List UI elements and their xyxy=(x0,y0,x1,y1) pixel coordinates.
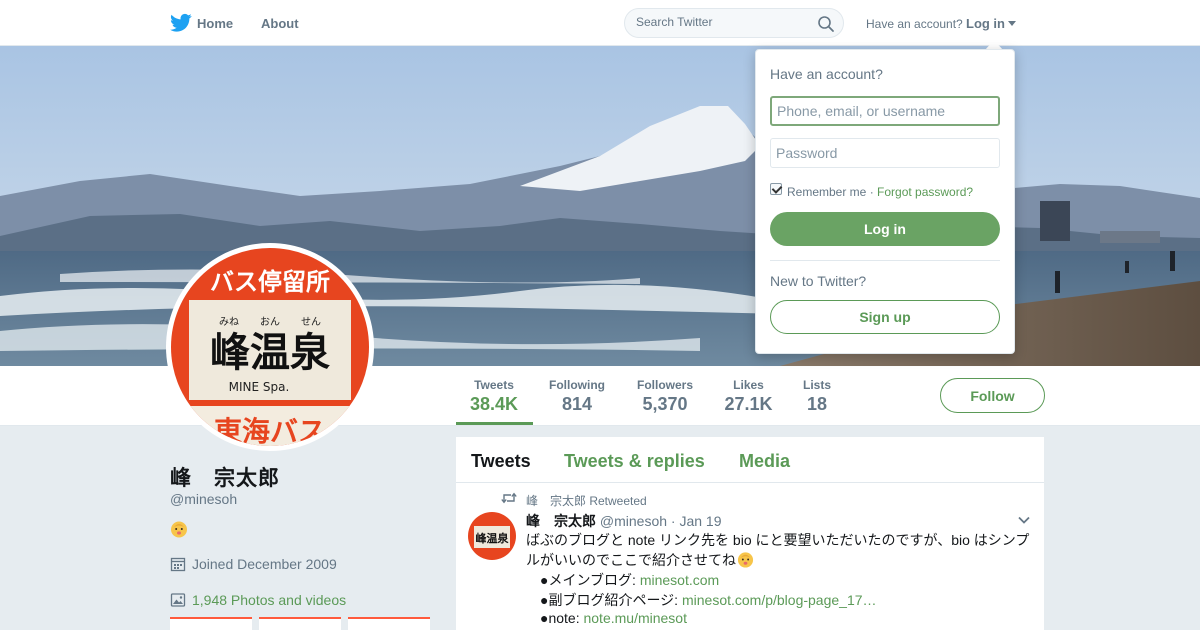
photo-thumbnail[interactable] xyxy=(259,617,341,630)
top-navigation-bar: Home About Have an account? Log in xyxy=(0,0,1200,46)
divider xyxy=(770,260,1000,261)
new-to-twitter-text: New to Twitter? xyxy=(770,273,867,289)
login-button[interactable]: Log in xyxy=(770,212,1000,246)
baby-emoji-icon xyxy=(737,552,754,568)
stat-value: 814 xyxy=(561,394,593,414)
tweet-link-prefix: ●メインブログ: xyxy=(540,572,640,588)
photo-thumbnail[interactable] xyxy=(170,617,252,630)
remember-me-row: Remember me · Forgot password? xyxy=(787,185,973,199)
tweet-link-prefix: ●副ブログ紹介ページ: xyxy=(540,592,682,608)
retweet-context[interactable]: 峰 宗太郎 Retweeted xyxy=(526,492,647,509)
profile-handle[interactable]: @minesoh xyxy=(170,491,237,507)
avatar-furigana: おん xyxy=(260,316,280,328)
nav-home-link[interactable]: Home xyxy=(197,16,233,31)
tweet-link-prefix: ●note: xyxy=(540,610,584,626)
separator-text: · xyxy=(866,185,878,199)
search-input[interactable] xyxy=(636,15,806,29)
avatar-sign-name: 峰温泉 xyxy=(210,330,330,376)
avatar-sign-romaji: MINE Spa. xyxy=(229,380,290,394)
tweet-avatar-sign-name: 峰温泉 xyxy=(476,531,510,545)
avatar-furigana: みね xyxy=(219,316,239,328)
stat-tweets[interactable]: Tweets 38.4K xyxy=(470,378,518,415)
stat-label: Tweets xyxy=(474,378,514,392)
avatar-bus-stop-sign-image: バス停留所 みね おん せん 峰温泉 MINE Spa. 東海バス xyxy=(171,248,369,446)
tweet-link[interactable]: minesot.com/p/blog-page_17… xyxy=(682,592,877,608)
forgot-password-link[interactable]: Forgot password? xyxy=(877,185,973,199)
tweet-author-avatar[interactable]: 峰温泉 xyxy=(468,512,516,560)
chevron-down-icon[interactable] xyxy=(1017,515,1031,525)
stat-value: 18 xyxy=(806,394,828,414)
avatar-sign-top: バス停留所 xyxy=(210,268,330,296)
photos-and-videos-link[interactable]: 1,948 Photos and videos xyxy=(192,592,346,608)
retweet-icon xyxy=(501,492,517,504)
login-dropdown: Have an account? Remember me · Forgot pa… xyxy=(755,49,1015,354)
tweet-avatar-image: 峰温泉 xyxy=(468,512,516,560)
timeline-tabs: Tweets Tweets & replies Media xyxy=(456,437,1044,483)
tab-tweets-and-replies[interactable]: Tweets & replies xyxy=(564,451,705,472)
stat-label: Lists xyxy=(802,378,831,392)
profile-display-name: 峰 宗太郎 xyxy=(170,467,280,490)
remember-me-checkbox[interactable] xyxy=(770,183,782,195)
calendar-icon xyxy=(170,557,186,572)
stat-value: 38.4K xyxy=(470,394,519,414)
tweet-header: 峰 宗太郎 @minesoh · Jan 19 xyxy=(526,511,722,531)
photo-thumbnail[interactable] xyxy=(348,617,430,630)
have-account-text: Have an account? xyxy=(866,17,963,31)
nav-about-link[interactable]: About xyxy=(261,16,299,31)
active-stat-underline xyxy=(456,422,533,425)
avatar-sign-bottom: 東海バス xyxy=(214,415,326,446)
tweet-text: ばぶのブログと note リンク先を bio にと要望いただいたのですが、bio… xyxy=(526,530,1036,570)
tweet-link-line: ●メインブログ: minesot.com xyxy=(540,570,719,590)
stat-likes[interactable]: Likes 27.1K xyxy=(724,378,773,415)
search-box xyxy=(624,8,844,38)
photo-icon xyxy=(170,593,186,607)
stat-label: Likes xyxy=(733,378,764,392)
stat-value: 27.1K xyxy=(724,394,773,414)
login-dropdown-toggle[interactable]: Log in xyxy=(966,16,1005,31)
tweet-author-meta[interactable]: @minesoh · Jan 19 xyxy=(600,513,722,529)
tweet-link[interactable]: minesot.com xyxy=(640,572,719,588)
stat-label: Following xyxy=(549,378,605,392)
tab-tweets[interactable]: Tweets xyxy=(471,451,531,472)
tweet-link-line: ●note: note.mu/minesot xyxy=(540,610,687,626)
timeline: Tweets Tweets & replies Media 峰 宗太郎 Retw… xyxy=(456,437,1044,630)
stat-value: 5,370 xyxy=(642,394,688,414)
stat-following[interactable]: Following 814 xyxy=(548,378,606,415)
caret-down-icon[interactable] xyxy=(1008,21,1016,26)
tweet-body: ばぶのブログと note リンク先を bio にと要望いただいたのですが、bio… xyxy=(526,532,1030,568)
avatar-furigana: せん xyxy=(301,316,321,328)
tweet-link-line: ●副ブログ紹介ページ: minesot.com/p/blog-page_17… xyxy=(540,590,877,610)
password-field[interactable] xyxy=(770,138,1000,168)
login-dropdown-title: Have an account? xyxy=(770,66,883,82)
stat-label: Followers xyxy=(636,378,693,392)
tweet-link[interactable]: note.mu/minesot xyxy=(583,610,687,626)
joined-date: Joined December 2009 xyxy=(192,556,337,572)
tab-media[interactable]: Media xyxy=(739,451,790,472)
profile-avatar[interactable]: バス停留所 みね おん せん 峰温泉 MINE Spa. 東海バス xyxy=(166,243,374,451)
signup-button[interactable]: Sign up xyxy=(770,300,1000,334)
tweet-author-name[interactable]: 峰 宗太郎 xyxy=(526,513,596,529)
search-icon[interactable] xyxy=(817,15,835,33)
follow-button[interactable]: Follow xyxy=(940,378,1045,413)
stat-followers[interactable]: Followers 5,370 xyxy=(636,378,694,415)
remember-me-label[interactable]: Remember me xyxy=(787,185,866,199)
twitter-bird-icon[interactable] xyxy=(170,13,192,33)
stat-lists[interactable]: Lists 18 xyxy=(802,378,832,415)
baby-emoji-icon xyxy=(171,521,187,538)
username-field[interactable] xyxy=(770,96,1000,126)
